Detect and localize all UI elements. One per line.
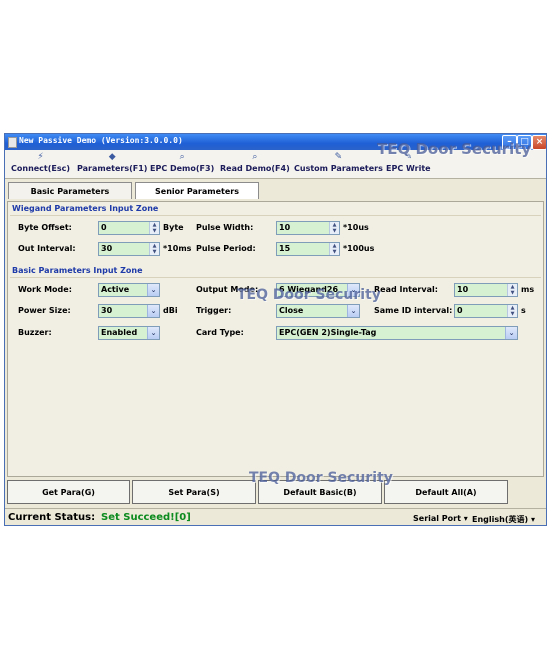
tab-senior-parameters[interactable]: Senior Parameters	[135, 182, 259, 199]
pulse-period-stepper[interactable]: 15 ▲ ▼	[276, 242, 340, 256]
toolbar-read-demo-button[interactable]: ⌕ Read Demo(F4)	[220, 152, 290, 173]
status-value: Set Succeed![0]	[101, 512, 191, 523]
connect-icon: ⚡	[37, 152, 44, 162]
pulse-width-unit: *10us	[343, 223, 369, 232]
out-interval-value: 30	[101, 244, 113, 253]
pulse-period-value: 15	[279, 244, 291, 253]
byte-offset-label: Byte Offset:	[18, 223, 72, 232]
read-interval-value: 10	[457, 285, 469, 294]
toolbar-parameters-button[interactable]: ◆ Parameters(F1)	[77, 152, 147, 173]
read-interval-label: Read Interval:	[374, 285, 438, 294]
toolbar-parameters-label: Parameters(F1)	[77, 164, 148, 173]
power-size-unit: dBi	[163, 306, 178, 315]
out-interval-unit: *10ms	[163, 244, 192, 253]
buzzer-label: Buzzer:	[18, 328, 52, 337]
spin-arrows-icon[interactable]: ▲ ▼	[149, 243, 159, 255]
toolbar-custom-parameters-label: Custom Parameters	[294, 164, 383, 173]
byte-offset-value: 0	[101, 223, 107, 232]
pulse-period-label: Pulse Period:	[196, 244, 256, 253]
trigger-select[interactable]: Close ⌄	[276, 304, 360, 318]
toolbar-connect-label: Connect(Esc)	[11, 164, 71, 173]
toolbar-epc-write-label: EPC Write	[386, 164, 431, 173]
card-type-select[interactable]: EPC(GEN 2)Single-Tag ⌄	[276, 326, 518, 340]
toolbar-epc-demo-button[interactable]: ⌕ EPC Demo(F3)	[150, 152, 214, 173]
out-interval-stepper[interactable]: 30 ▲ ▼	[98, 242, 160, 256]
chevron-down-icon[interactable]: ⌄	[505, 327, 517, 339]
same-id-interval-unit: s	[521, 306, 526, 315]
chevron-down-icon[interactable]: ⌄	[147, 305, 159, 317]
out-interval-label: Out Interval:	[18, 244, 76, 253]
read-interval-stepper[interactable]: 10 ▲ ▼	[454, 283, 518, 297]
read-interval-unit: ms	[521, 285, 535, 294]
toolbar-epc-demo-label: EPC Demo(F3)	[150, 164, 215, 173]
serial-port-menu[interactable]: Serial Port ▾	[413, 514, 468, 523]
language-menu[interactable]: English(英语) ▾	[472, 514, 535, 525]
power-size-select[interactable]: 30 ⌄	[98, 304, 160, 318]
custom-parameters-icon: ✎	[334, 152, 343, 162]
pulse-width-label: Pulse Width:	[196, 223, 254, 232]
watermark: TEQ Door Security	[237, 287, 381, 303]
watermark: TEQ Door Security	[249, 470, 393, 486]
section-divider	[10, 215, 541, 216]
watermark: TEQ Door Security	[377, 140, 532, 158]
toolbar-connect-button[interactable]: ⚡ Connect(Esc)	[11, 152, 70, 173]
language-label: English(英语)	[472, 515, 529, 524]
trigger-value: Close	[279, 306, 304, 315]
chevron-down-icon[interactable]: ⌄	[147, 284, 159, 296]
get-para-button[interactable]: Get Para(G)	[7, 480, 130, 504]
window-title: New Passive Demo (Version:3.0.0.0)	[19, 136, 183, 145]
pulse-width-value: 10	[279, 223, 291, 232]
byte-offset-stepper[interactable]: 0 ▲ ▼	[98, 221, 160, 235]
power-size-value: 30	[101, 306, 113, 315]
app-window: New Passive Demo (Version:3.0.0.0) – □ ×…	[4, 133, 547, 526]
read-demo-icon: ⌕	[252, 152, 258, 162]
default-all-button[interactable]: Default All(A)	[384, 480, 508, 504]
set-para-button[interactable]: Set Para(S)	[132, 480, 256, 504]
buzzer-value: Enabled	[101, 328, 138, 337]
trigger-label: Trigger:	[196, 306, 232, 315]
same-id-interval-value: 0	[457, 306, 463, 315]
toolbar-read-demo-label: Read Demo(F4)	[220, 164, 290, 173]
section-divider	[10, 277, 541, 278]
parameters-panel: Wiegand Parameters Input Zone Byte Offse…	[7, 201, 544, 477]
chevron-down-icon[interactable]: ⌄	[347, 305, 359, 317]
serial-port-label: Serial Port	[413, 514, 461, 523]
toolbar-custom-parameters-button[interactable]: ✎ Custom Parameters	[294, 152, 383, 173]
spin-arrows-icon[interactable]: ▲ ▼	[149, 222, 159, 234]
parameters-icon: ◆	[108, 152, 116, 162]
buzzer-select[interactable]: Enabled ⌄	[98, 326, 160, 340]
byte-offset-unit: Byte	[163, 223, 184, 232]
power-size-label: Power Size:	[18, 306, 71, 315]
epc-demo-icon: ⌕	[179, 152, 185, 162]
spin-arrows-icon[interactable]: ▲ ▼	[329, 222, 339, 234]
wiegand-section-title: Wiegand Parameters Input Zone	[12, 204, 159, 213]
chevron-down-icon[interactable]: ⌄	[147, 327, 159, 339]
pulse-width-stepper[interactable]: 10 ▲ ▼	[276, 221, 340, 235]
spin-arrows-icon[interactable]: ▲ ▼	[507, 284, 517, 296]
status-label: Current Status:	[8, 512, 96, 523]
spin-arrows-icon[interactable]: ▲ ▼	[329, 243, 339, 255]
tab-strip: Basic Parameters Senior Parameters	[5, 179, 546, 201]
card-type-value: EPC(GEN 2)Single-Tag	[279, 328, 377, 337]
caret-down-icon: ▾	[463, 514, 468, 523]
same-id-interval-label: Same ID interval:	[374, 306, 453, 315]
work-mode-value: Active	[101, 285, 130, 294]
app-icon	[8, 137, 17, 148]
spin-arrows-icon[interactable]: ▲ ▼	[507, 305, 517, 317]
tab-basic-parameters[interactable]: Basic Parameters	[8, 182, 132, 199]
close-button[interactable]: ×	[532, 135, 546, 150]
status-bar: Current Status: Set Succeed![0] Serial P…	[5, 508, 546, 525]
caret-down-icon: ▾	[530, 515, 535, 524]
pulse-period-unit: *100us	[343, 244, 375, 253]
basic-section-title: Basic Parameters Input Zone	[12, 266, 143, 275]
same-id-interval-stepper[interactable]: 0 ▲ ▼	[454, 304, 518, 318]
work-mode-select[interactable]: Active ⌄	[98, 283, 160, 297]
card-type-label: Card Type:	[196, 328, 244, 337]
work-mode-label: Work Mode:	[18, 285, 72, 294]
